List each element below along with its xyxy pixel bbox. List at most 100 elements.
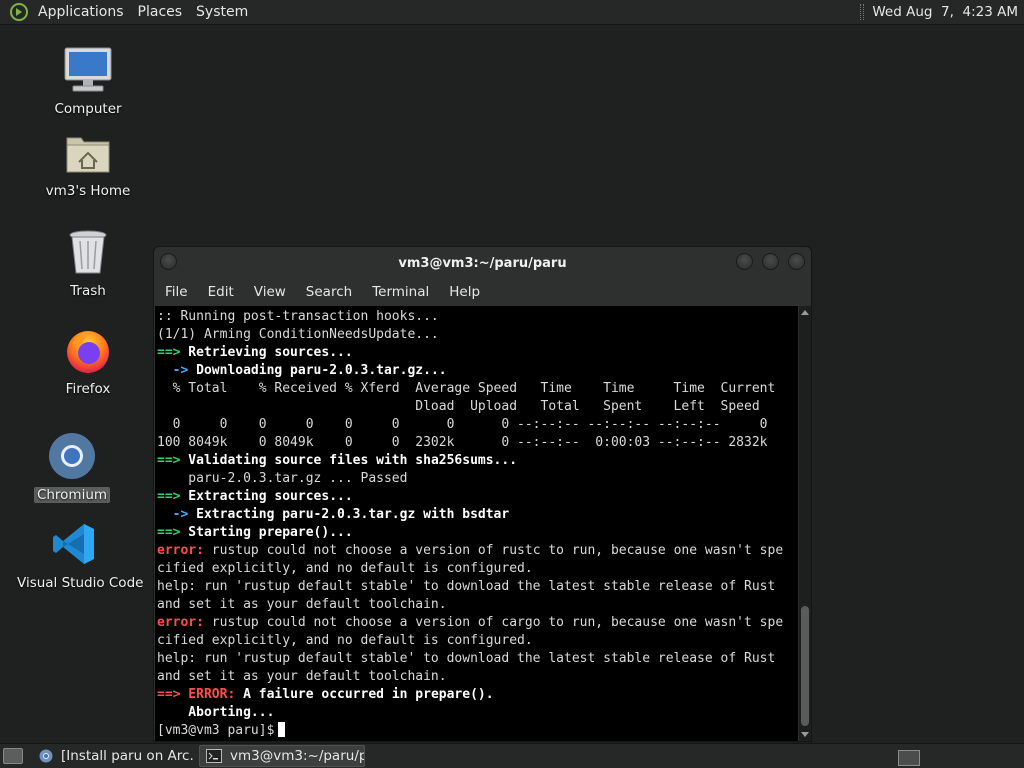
- terminal-line-text: rustup could not choose a version of rus…: [203, 543, 784, 558]
- terminal-line: Aborting...: [157, 704, 798, 722]
- terminal-line-text: Extracting paru-2.0.3.tar.gz with bsdtar: [188, 507, 510, 522]
- terminal-line: help: run 'rustup default stable' to dow…: [157, 578, 798, 596]
- desktop-icon-label: Visual Studio Code: [17, 575, 144, 591]
- desktop-icon-trash[interactable]: Trash: [28, 226, 148, 299]
- workspace-switcher[interactable]: [898, 750, 920, 766]
- scroll-up-icon[interactable]: [801, 310, 809, 315]
- terminal-line-prefix: ==>: [157, 489, 181, 504]
- terminal-line-text: Dload Upload Total Spent Left Speed: [157, 399, 760, 414]
- top-right-area: Wed Aug 7, 4:23 AM: [860, 4, 1024, 20]
- terminal-line-text: Aborting...: [157, 705, 275, 720]
- terminal-line-text: Retrieving sources...: [180, 345, 353, 360]
- terminal-line-text: paru-2.0.3.tar.gz ... Passed: [157, 471, 408, 486]
- desktop-icon-label: Trash: [70, 283, 106, 299]
- terminal-line-prefix: ==>: [157, 525, 181, 540]
- terminal-line-prefix: error:: [157, 615, 204, 630]
- clock[interactable]: Wed Aug 7, 4:23 AM: [872, 4, 1018, 20]
- taskbar-item-terminal[interactable]: vm3@vm3:~/paru/p...: [199, 745, 365, 767]
- terminal-line: error: rustup could not choose a version…: [157, 614, 798, 632]
- menu-file[interactable]: File: [165, 284, 188, 300]
- terminal-line-text: (1/1) Arming ConditionNeedsUpdate...: [157, 327, 439, 342]
- terminal-line-prefix: ->: [157, 363, 189, 378]
- desktop-icon-label: vm3's Home: [45, 183, 131, 199]
- window-title: vm3@vm3:~/paru/paru: [398, 255, 567, 271]
- terminal-line: ==> Retrieving sources...: [157, 344, 798, 362]
- menu-search[interactable]: Search: [306, 284, 352, 300]
- terminal-line: ==> Extracting sources...: [157, 488, 798, 506]
- terminal-line-text: cified explicitly, and no default is con…: [157, 561, 533, 576]
- terminal-line-text: help: run 'rustup default stable' to dow…: [157, 579, 776, 594]
- bottom-panel: [Install paru on Arc... vm3@vm3:~/paru/p…: [0, 743, 1024, 768]
- terminal-line-prefix: error:: [157, 543, 204, 558]
- desktop-icon-home[interactable]: vm3's Home: [28, 126, 148, 199]
- minimize-button[interactable]: [736, 253, 753, 270]
- panel-handle: [860, 4, 865, 20]
- terminal-line-text: cified explicitly, and no default is con…: [157, 633, 533, 648]
- terminal-line: 0 0 0 0 0 0 0 0 --:--:-- --:--:-- --:--:…: [157, 416, 798, 434]
- terminal-line-text: and set it as your default toolchain.: [157, 669, 447, 684]
- trash-icon: [62, 226, 114, 278]
- terminal-line-prefix: ==>: [157, 453, 181, 468]
- terminal-line-prefix: ->: [157, 507, 189, 522]
- terminal-icon: [206, 748, 222, 764]
- terminal-line: :: Running post-transaction hooks...: [157, 308, 798, 326]
- terminal-line: (1/1) Arming ConditionNeedsUpdate...: [157, 326, 798, 344]
- menu-edit[interactable]: Edit: [208, 284, 234, 300]
- terminal-scrollbar[interactable]: [799, 306, 811, 741]
- terminal-line: cified explicitly, and no default is con…: [157, 560, 798, 578]
- terminal-line-text: Starting prepare()...: [180, 525, 353, 540]
- show-desktop-icon[interactable]: [3, 748, 23, 764]
- terminal-line: 100 8049k 0 8049k 0 0 2302k 0 --:--:-- 0…: [157, 434, 798, 452]
- window-menu-button[interactable]: [160, 253, 177, 270]
- terminal-line-prefix: ==> ERROR:: [157, 687, 236, 702]
- terminal-line-text: % Total % Received % Xferd Average Speed…: [157, 381, 776, 396]
- terminal-line-prefix: ==>: [157, 345, 181, 360]
- terminal-line-text: 0 0 0 0 0 0 0 0 --:--:-- --:--:-- --:--:…: [157, 417, 768, 432]
- home-folder-icon: [62, 126, 114, 178]
- terminal-line: Dload Upload Total Spent Left Speed: [157, 398, 798, 416]
- desktop-icon-computer[interactable]: Computer: [28, 44, 148, 117]
- taskbar-item-label: vm3@vm3:~/paru/p...: [230, 748, 364, 764]
- terminal-line: error: rustup could not choose a version…: [157, 542, 798, 560]
- terminal-line-text: Downloading paru-2.0.3.tar.gz...: [188, 363, 447, 378]
- taskbar-item-browser[interactable]: [Install paru on Arc...: [33, 745, 195, 767]
- desktop-icon-label: Firefox: [65, 381, 111, 397]
- terminal-line: paru-2.0.3.tar.gz ... Passed: [157, 470, 798, 488]
- terminal-output[interactable]: :: Running post-transaction hooks... (1/1…: [155, 306, 798, 741]
- menu-terminal[interactable]: Terminal: [372, 284, 429, 300]
- scrollbar-thumb[interactable]: [801, 606, 809, 726]
- desktop-icon-firefox[interactable]: Firefox: [28, 324, 148, 397]
- chromium-icon: [46, 430, 98, 482]
- menu-view[interactable]: View: [254, 284, 286, 300]
- terminal-line: -> Downloading paru-2.0.3.tar.gz...: [157, 362, 798, 380]
- terminal-line: ==> Validating source files with sha256s…: [157, 452, 798, 470]
- terminal-line-text: 100 8049k 0 8049k 0 0 2302k 0 --:--:-- 0…: [157, 435, 768, 450]
- terminal-line: help: run 'rustup default stable' to dow…: [157, 650, 798, 668]
- terminal-line-text: [vm3@vm3 paru]$: [157, 723, 275, 738]
- mate-logo-icon[interactable]: [8, 1, 30, 23]
- terminal-line: cified explicitly, and no default is con…: [157, 632, 798, 650]
- terminal-window: vm3@vm3:~/paru/paru File Edit View Searc…: [153, 246, 812, 742]
- desktop-icon-vscode[interactable]: Visual Studio Code: [14, 518, 143, 591]
- terminal-line: [vm3@vm3 paru]$: [157, 722, 798, 740]
- applications-menu[interactable]: Applications: [38, 4, 124, 20]
- menu-help[interactable]: Help: [449, 284, 480, 300]
- terminal-line-text: A failure occurred in prepare().: [235, 687, 494, 702]
- terminal-line: -> Extracting paru-2.0.3.tar.gz with bsd…: [157, 506, 798, 524]
- system-menu[interactable]: System: [196, 4, 248, 20]
- terminal-line: and set it as your default toolchain.: [157, 668, 798, 686]
- terminal-cursor: [278, 722, 286, 737]
- window-titlebar[interactable]: vm3@vm3:~/paru/paru: [154, 247, 811, 279]
- desktop-icon-label: Computer: [54, 101, 122, 117]
- terminal-line: and set it as your default toolchain.: [157, 596, 798, 614]
- terminal-menubar: File Edit View Search Terminal Help: [154, 279, 811, 305]
- places-menu[interactable]: Places: [138, 4, 183, 20]
- terminal-line: ==> Starting prepare()...: [157, 524, 798, 542]
- terminal-line-text: Validating source files with sha256sums.…: [180, 453, 518, 468]
- terminal-line: % Total % Received % Xferd Average Speed…: [157, 380, 798, 398]
- desktop-icon-chromium[interactable]: Chromium: [12, 430, 132, 503]
- maximize-button[interactable]: [762, 253, 779, 270]
- close-button[interactable]: [788, 253, 805, 270]
- scroll-down-icon[interactable]: [801, 732, 809, 737]
- terminal-lines: :: Running post-transaction hooks... (1/1…: [155, 306, 798, 740]
